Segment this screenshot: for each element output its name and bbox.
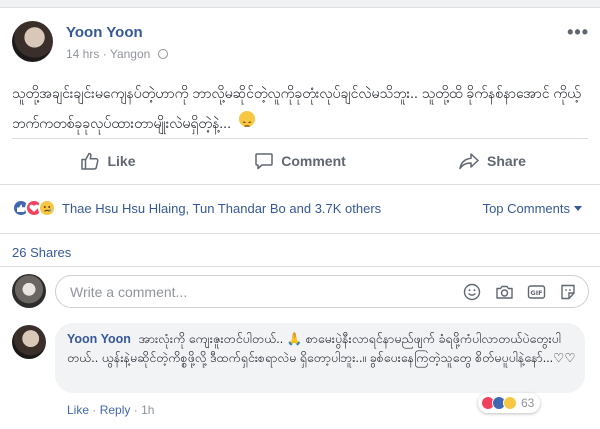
- globe-icon: [157, 49, 168, 59]
- post-actions: Like Comment Share: [12, 139, 588, 183]
- action-separator: ·: [133, 403, 142, 417]
- top-comments-label: Top Comments: [482, 201, 570, 216]
- commenter-avatar[interactable]: [12, 325, 46, 359]
- sticker-icon[interactable]: [558, 282, 578, 302]
- share-arrow-icon: [459, 153, 479, 170]
- comment-bubble: Yoon Yoon အားလုံးကို ကျေးဇူးတင်ပါတယ်.. 🙏…: [55, 323, 585, 393]
- post-card: Yoon Yoon 14 hrs · Yangon ••• သူတို့အချင…: [0, 0, 600, 429]
- thumbs-up-icon: [81, 152, 99, 170]
- divider: [0, 184, 600, 185]
- reaction-names[interactable]: Thae Hsu Hsu Hlaing, Tun Thandar Bo and …: [62, 201, 381, 216]
- composer-icons: GIF: [462, 282, 578, 302]
- post-text-body: သူတို့အချင်းချင်းမကျေနပ်တဲ့ဟာကို ဘာလို့မ…: [12, 85, 581, 131]
- author-name[interactable]: Yoon Yoon: [66, 24, 143, 41]
- emoji-icon[interactable]: [462, 282, 482, 302]
- action-separator: ·: [92, 403, 100, 417]
- sad-reaction-icon: [38, 199, 56, 217]
- more-options-icon[interactable]: •••: [567, 22, 589, 43]
- comment-author[interactable]: Yoon Yoon: [67, 332, 131, 346]
- pensive-face-emoji-icon: [238, 111, 255, 128]
- share-label: Share: [487, 153, 526, 169]
- top-comments-dropdown[interactable]: Top Comments: [483, 201, 582, 216]
- comment-input[interactable]: Write a comment... GIF: [55, 275, 589, 308]
- camera-icon[interactable]: [494, 282, 514, 302]
- reactions-summary[interactable]: Thae Hsu Hsu Hlaing, Tun Thandar Bo and …: [12, 198, 588, 220]
- comment-placeholder: Write a comment...: [70, 284, 188, 300]
- post-time[interactable]: 14 hrs: [66, 47, 99, 61]
- comment-bubble-icon: [255, 153, 273, 170]
- like-label: Like: [107, 153, 136, 169]
- divider: [0, 233, 600, 234]
- top-border: [0, 0, 600, 8]
- comment-reaction-count: 63: [521, 396, 535, 410]
- post-location[interactable]: Yangon: [110, 47, 150, 61]
- comment-actions: Like · Reply · 1h: [67, 403, 154, 417]
- comment-reactions[interactable]: 63: [478, 393, 541, 413]
- gif-icon[interactable]: GIF: [526, 282, 546, 302]
- comment-text: အားလုံးကို ကျေးဇူးတင်ပါတယ်.. 🙏 စာမေးပွဲန…: [67, 332, 576, 365]
- svg-text:GIF: GIF: [530, 289, 542, 297]
- meta-separator: ·: [102, 47, 110, 61]
- viewer-avatar[interactable]: [12, 274, 46, 308]
- like-button[interactable]: Like: [12, 139, 204, 183]
- comment-reply-link[interactable]: Reply: [100, 403, 131, 417]
- post-meta: 14 hrs · Yangon: [66, 47, 168, 61]
- comment-content: Yoon Yoon အားလုံးကို ကျေးဇူးတင်ပါတယ်.. 🙏…: [67, 330, 577, 368]
- share-button[interactable]: Share: [396, 139, 588, 183]
- post-text: သူတို့အချင်းချင်းမကျေနပ်တဲ့ဟာကို ဘာလို့မ…: [12, 78, 588, 138]
- divider: [0, 266, 600, 267]
- caret-down-icon: [574, 206, 582, 211]
- comment-button[interactable]: Comment: [204, 139, 396, 183]
- comment-label: Comment: [281, 153, 346, 169]
- sad-reaction-icon: [503, 396, 517, 410]
- comment-time[interactable]: 1h: [141, 403, 154, 417]
- shares-count[interactable]: 26 Shares: [12, 245, 71, 260]
- author-avatar[interactable]: [12, 21, 53, 62]
- comment-like-link[interactable]: Like: [67, 403, 89, 417]
